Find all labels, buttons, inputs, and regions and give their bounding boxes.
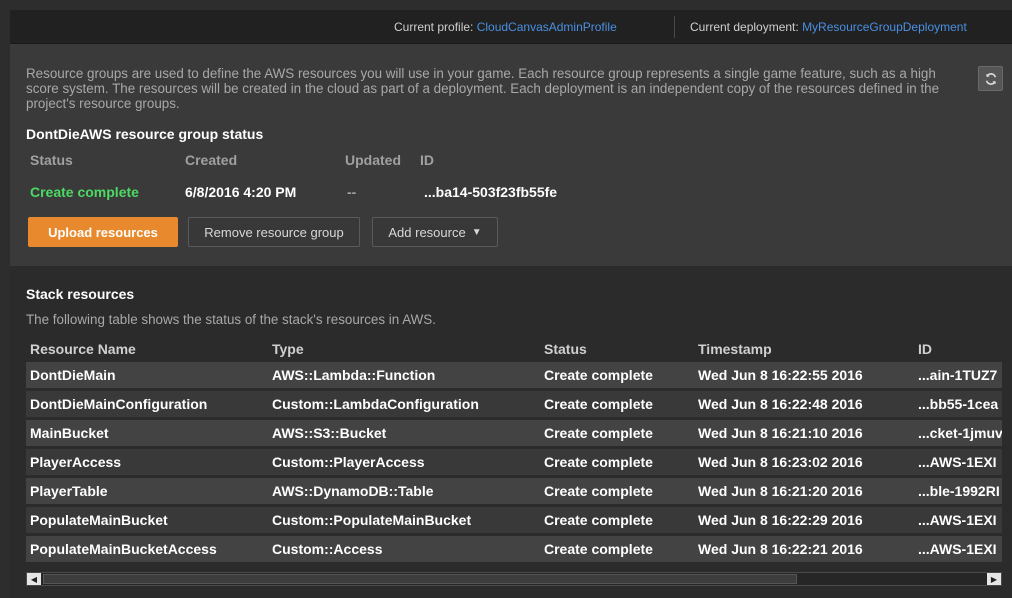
- add-resource-dropdown[interactable]: Add resource ▼: [372, 217, 498, 247]
- updated-value: --: [347, 184, 357, 200]
- updated-header: Updated: [345, 152, 401, 168]
- id-cell: ...cket-1jmuv: [918, 425, 1002, 441]
- status-cell: Create complete: [544, 512, 653, 528]
- timestamp-cell: Wed Jun 8 16:21:10 2016: [698, 425, 863, 441]
- type-cell: Custom::PopulateMainBucket: [272, 512, 472, 528]
- timestamp-cell: Wed Jun 8 16:23:02 2016: [698, 454, 863, 470]
- timestamp-cell: Wed Jun 8 16:22:55 2016: [698, 367, 863, 383]
- resource-name-cell: DontDieMainConfiguration: [30, 396, 208, 412]
- timestamp-cell: Wed Jun 8 16:22:48 2016: [698, 396, 863, 412]
- stack-resources-subtitle: The following table shows the status of …: [26, 312, 436, 327]
- status-header: Status: [30, 152, 73, 168]
- id-cell: ...AWS-1EXI: [918, 541, 997, 557]
- resource-name-cell: PopulateMainBucket: [30, 512, 168, 528]
- table-row[interactable]: PlayerTable AWS::DynamoDB::Table Create …: [26, 478, 1002, 504]
- status-cell: Create complete: [544, 425, 653, 441]
- type-cell: Custom::LambdaConfiguration: [272, 396, 479, 412]
- table-row[interactable]: PopulateMainBucket Custom::PopulateMainB…: [26, 507, 1002, 533]
- status-cell: Create complete: [544, 541, 653, 557]
- resource-group-title: DontDieAWS resource group status: [26, 126, 264, 142]
- resource-name-cell: MainBucket: [30, 425, 109, 441]
- id-cell: ...ble-1992RI: [918, 483, 1000, 499]
- deployment-link[interactable]: MyResourceGroupDeployment: [802, 20, 967, 34]
- created-header: Created: [185, 152, 238, 168]
- id-header: ID: [420, 152, 434, 168]
- table-row[interactable]: DontDieMainConfiguration Custom::LambdaC…: [26, 391, 1002, 417]
- refresh-icon: [985, 72, 996, 85]
- upload-resources-button[interactable]: Upload resources: [28, 217, 178, 247]
- resource-group-panel: Resource groups are used to define the A…: [10, 44, 1012, 266]
- profile-label: Current profile:: [394, 20, 477, 34]
- resource-name-cell: PopulateMainBucketAccess: [30, 541, 217, 557]
- refresh-button[interactable]: [978, 66, 1003, 91]
- current-profile: Current profile: CloudCanvasAdminProfile: [394, 20, 617, 34]
- caret-down-icon: ▼: [471, 226, 482, 238]
- arrow-right-icon: ▶: [990, 574, 998, 584]
- id-cell: ...AWS-1EXI: [918, 512, 997, 528]
- arrow-left-icon: ◀: [30, 574, 38, 584]
- add-resource-label: Add resource: [388, 224, 466, 240]
- type-cell: AWS::Lambda::Function: [272, 367, 436, 383]
- type-cell: AWS::DynamoDB::Table: [272, 483, 434, 499]
- timestamp-cell: Wed Jun 8 16:22:29 2016: [698, 512, 863, 528]
- stack-resources-table: Resource Name Type Status Timestamp ID D…: [26, 336, 1002, 572]
- horizontal-scrollbar[interactable]: ◀ ▶: [26, 572, 1002, 586]
- resource-name-cell: PlayerAccess: [30, 454, 122, 470]
- profile-link[interactable]: CloudCanvasAdminProfile: [477, 20, 617, 34]
- current-deployment: Current deployment: MyResourceGroupDeplo…: [690, 20, 967, 34]
- deployment-bar: Current profile: CloudCanvasAdminProfile…: [10, 10, 1012, 44]
- divider: [674, 16, 675, 38]
- id-cell: ...ain-1TUZ7: [918, 367, 998, 383]
- status-cell: Create complete: [544, 367, 653, 383]
- type-cell: Custom::PlayerAccess: [272, 454, 425, 470]
- column-header-resource-name[interactable]: Resource Name: [30, 341, 270, 357]
- type-cell: AWS::S3::Bucket: [272, 425, 387, 441]
- created-value: 6/8/2016 4:20 PM: [185, 184, 297, 200]
- resource-name-cell: DontDieMain: [30, 367, 116, 383]
- stack-resources-title: Stack resources: [26, 286, 135, 302]
- status-value: Create complete: [30, 184, 139, 200]
- status-cell: Create complete: [544, 483, 653, 499]
- upload-resources-label: Upload resources: [48, 224, 158, 240]
- scroll-right-button[interactable]: ▶: [987, 573, 1001, 585]
- table-row[interactable]: MainBucket AWS::S3::Bucket Create comple…: [26, 420, 1002, 446]
- column-header-type[interactable]: Type: [272, 341, 538, 357]
- status-cell: Create complete: [544, 454, 653, 470]
- id-cell: ...bb55-1cea: [918, 396, 999, 412]
- remove-resource-group-label: Remove resource group: [204, 224, 344, 240]
- scroll-left-button[interactable]: ◀: [27, 573, 41, 585]
- timestamp-cell: Wed Jun 8 16:22:21 2016: [698, 541, 863, 557]
- table-header: Resource Name Type Status Timestamp ID: [26, 336, 1002, 362]
- column-header-timestamp[interactable]: Timestamp: [698, 341, 914, 357]
- status-cell: Create complete: [544, 396, 653, 412]
- resource-name-cell: PlayerTable: [30, 483, 108, 499]
- table-row[interactable]: PlayerAccess Custom::PlayerAccess Create…: [26, 449, 1002, 475]
- timestamp-cell: Wed Jun 8 16:21:20 2016: [698, 483, 863, 499]
- id-cell: ...AWS-1EXI: [918, 454, 997, 470]
- column-header-status[interactable]: Status: [544, 341, 694, 357]
- stack-resources-panel: Stack resources The following table show…: [10, 266, 1012, 598]
- table-row[interactable]: PopulateMainBucketAccess Custom::Access …: [26, 536, 1002, 562]
- table-row[interactable]: DontDieMain AWS::Lambda::Function Create…: [26, 362, 1002, 388]
- description-text: Resource groups are used to define the A…: [26, 66, 940, 111]
- deployment-label: Current deployment:: [690, 20, 803, 34]
- remove-resource-group-button[interactable]: Remove resource group: [188, 217, 360, 247]
- scrollbar-thumb[interactable]: [43, 574, 797, 584]
- id-value: ...ba14-503f23fb55fe: [424, 184, 558, 200]
- type-cell: Custom::Access: [272, 541, 383, 557]
- column-header-id[interactable]: ID: [918, 341, 1002, 357]
